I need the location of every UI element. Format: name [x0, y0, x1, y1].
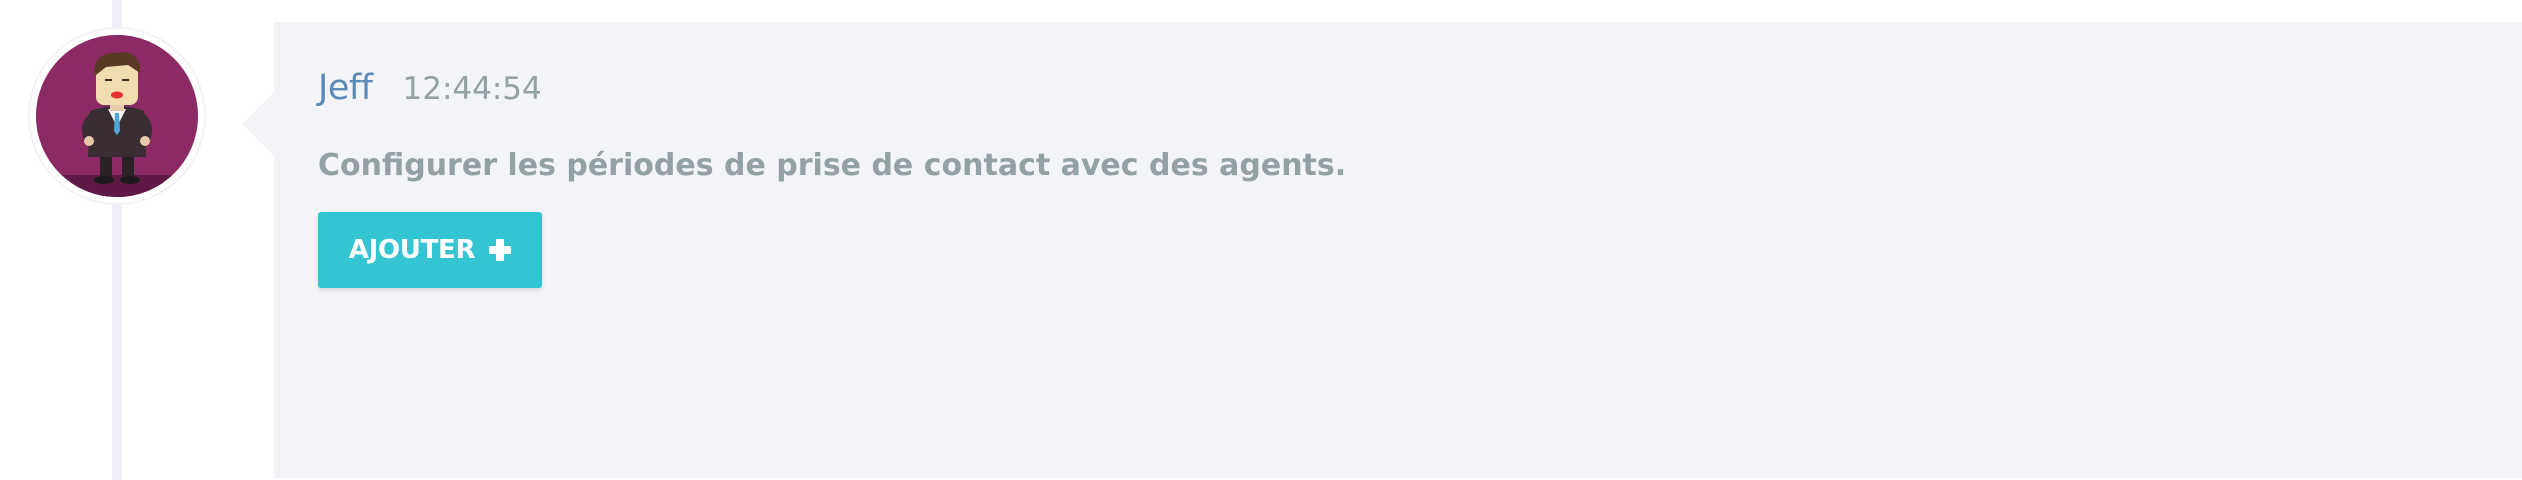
plus-icon: [489, 239, 512, 261]
message-header: Jeff 12:44:54: [318, 68, 542, 108]
add-button-label: AJOUTER: [348, 235, 476, 265]
message-bubble: Jeff 12:44:54 Configurer les périodes de…: [274, 22, 2522, 478]
avatar: [30, 29, 204, 203]
add-button[interactable]: AJOUTER: [318, 212, 542, 288]
author-name: Jeff: [318, 68, 373, 108]
bubble-arrow: [242, 92, 274, 156]
message-timestamp: 12:44:54: [402, 71, 542, 107]
businessman-avatar-icon: [36, 35, 198, 197]
message-text: Configurer les périodes de prise de cont…: [318, 148, 1347, 183]
chat-page: Jeff 12:44:54 Configurer les périodes de…: [0, 0, 2522, 480]
